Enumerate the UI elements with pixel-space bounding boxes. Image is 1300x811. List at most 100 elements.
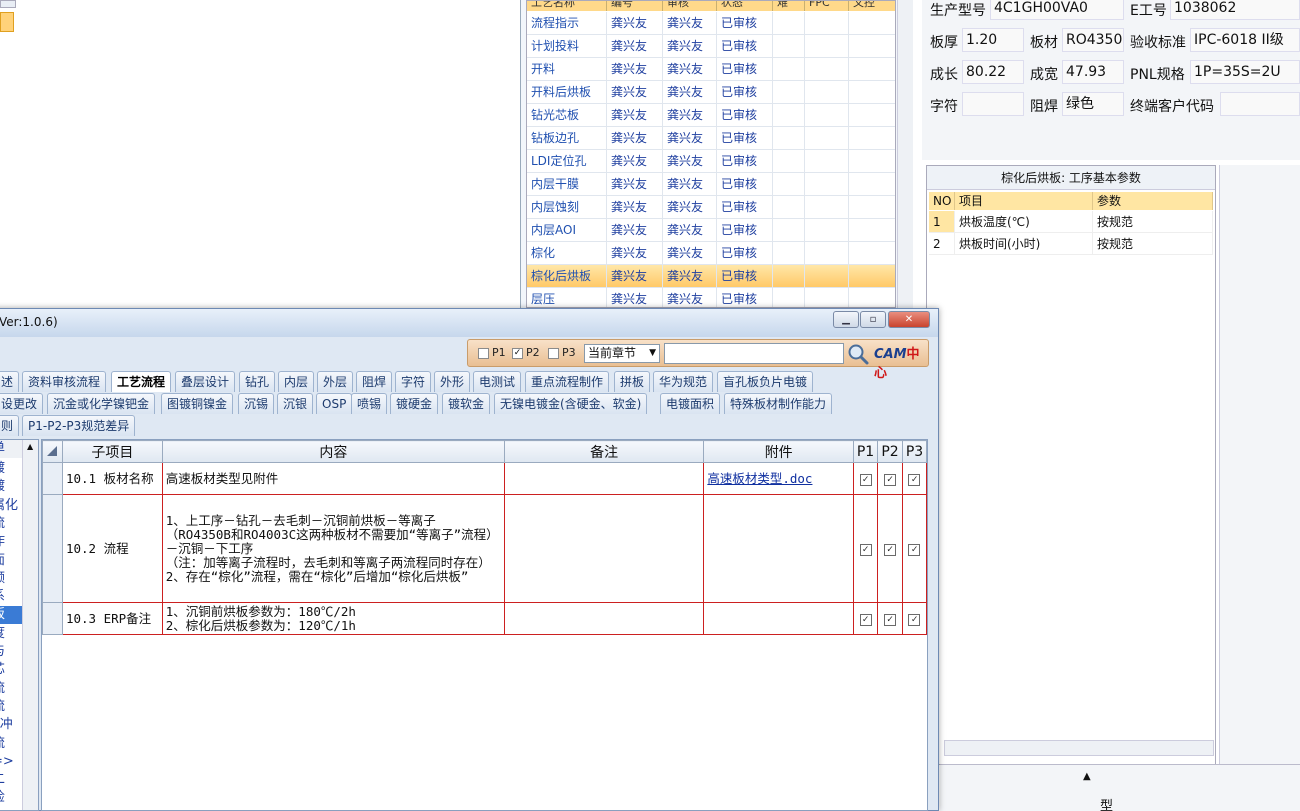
width-field[interactable]: 47.93 bbox=[1062, 60, 1124, 84]
grid-cell-p3[interactable]: ✓ bbox=[901, 602, 928, 635]
tab-item[interactable]: 盲孔板负片电镀 bbox=[717, 371, 814, 392]
tree-item[interactable]: 流 bbox=[0, 515, 22, 533]
grid-cell-sub[interactable]: 10.2 流程 bbox=[61, 494, 163, 603]
tab-item[interactable]: OSP bbox=[316, 393, 353, 414]
tree-item[interactable]: 面 bbox=[0, 552, 22, 570]
chapter-select[interactable]: 当前章节 ▼ bbox=[584, 344, 660, 363]
tab-item[interactable]: 则 bbox=[0, 415, 20, 436]
process-row[interactable]: 棕化后烘板 龚兴友 龚兴友 已审核 bbox=[527, 265, 895, 288]
grid-header-content[interactable]: 内容 bbox=[161, 440, 505, 463]
maximize-button[interactable]: ▫ bbox=[860, 311, 886, 328]
grid-cell-attach[interactable] bbox=[703, 602, 855, 635]
process-header-doc[interactable]: 文控 bbox=[849, 1, 895, 11]
process-header-fpc[interactable]: FPC bbox=[805, 1, 849, 11]
p2-checkbox[interactable]: ✓ bbox=[512, 348, 523, 359]
tab-item[interactable]: 叠层设计 bbox=[175, 371, 236, 392]
grid-row[interactable]: 10.3 ERP备注 1、沉铜前烘板参数为：180℃/2h 2、棕化后烘板参数为：… bbox=[42, 602, 928, 635]
grid-cell-sub[interactable]: 10.3 ERP备注 bbox=[61, 602, 163, 635]
row-selector[interactable] bbox=[42, 494, 63, 603]
process-row[interactable]: 钻板边孔 龚兴友 龚兴友 已审核 bbox=[527, 127, 895, 150]
tab-item[interactable]: 电测试 bbox=[473, 371, 522, 392]
process-row[interactable]: 层压 龚兴友 龚兴友 已审核 bbox=[527, 288, 895, 307]
tab-item[interactable]: 内层 bbox=[278, 371, 315, 392]
grid-cell-p2[interactable]: ✓ bbox=[877, 602, 903, 635]
grid-cell-content[interactable]: 1、沉铜前烘板参数为：180℃/2h 2、棕化后烘板参数为：120℃/1h bbox=[161, 602, 505, 635]
process-row[interactable]: 内层AOI 龚兴友 龚兴友 已审核 bbox=[527, 219, 895, 242]
tree-item[interactable]: 检 bbox=[0, 789, 22, 807]
search-input[interactable] bbox=[664, 343, 844, 364]
tab-item[interactable]: 重点流程制作 bbox=[525, 371, 610, 392]
grid-cell-p1[interactable]: ✓ bbox=[853, 494, 879, 603]
tree-header[interactable]: 单 bbox=[0, 440, 22, 458]
grid-cell-p1[interactable]: ✓ bbox=[853, 462, 879, 495]
attachment-link[interactable]: 高速板材类型.doc bbox=[707, 471, 812, 486]
tree-item[interactable]: 镀 bbox=[0, 478, 22, 496]
tab-item[interactable]: 电镀面积 bbox=[660, 393, 721, 414]
eno-field[interactable]: 1038062 bbox=[1170, 0, 1300, 20]
customer-field[interactable] bbox=[1220, 92, 1300, 116]
p2-row-checkbox[interactable]: ✓ bbox=[884, 614, 896, 626]
process-row[interactable]: 流程指示 龚兴友 龚兴友 已审核 bbox=[527, 12, 895, 35]
length-field[interactable]: 80.22 bbox=[962, 60, 1024, 84]
search-icon[interactable] bbox=[846, 342, 870, 366]
dialog-titlebar[interactable]: Ver:1.0.6) ▁ ▫ ✕ bbox=[0, 309, 938, 337]
process-row[interactable]: LDI定位孔 龚兴友 龚兴友 已审核 bbox=[527, 150, 895, 173]
p1-checkbox[interactable] bbox=[478, 348, 489, 359]
grid-cell-sub[interactable]: 10.1 板材名称 bbox=[61, 462, 163, 495]
pnl-field[interactable]: 1P=35S=2U bbox=[1190, 60, 1300, 84]
p3-row-checkbox[interactable]: ✓ bbox=[908, 474, 921, 486]
grid-cell-note[interactable] bbox=[503, 494, 705, 603]
process-grid-scrollbar[interactable] bbox=[897, 0, 913, 308]
tree-item[interactable]: 二 bbox=[0, 771, 22, 789]
tab-item[interactable]: 华为规范 bbox=[653, 371, 714, 392]
params-header-value[interactable]: 参数 bbox=[1093, 192, 1213, 210]
grid-cell-attach[interactable]: 高速板材类型.doc bbox=[703, 462, 855, 495]
tree-item[interactable]: 镀 bbox=[0, 460, 22, 478]
grid-cell-attach[interactable] bbox=[703, 494, 855, 603]
process-header-status[interactable]: 状态 bbox=[717, 1, 773, 11]
scroll-up-arrow-icon[interactable]: ▲ bbox=[27, 442, 33, 451]
tab-item[interactable]: 沉金或化学镍钯金 bbox=[47, 393, 156, 414]
char-field[interactable] bbox=[962, 92, 1024, 116]
tree-scrollbar[interactable]: ▲ bbox=[22, 440, 38, 810]
tab-item[interactable]: 外形 bbox=[434, 371, 471, 392]
scroll-up-arrow-icon[interactable]: ▲ bbox=[1083, 771, 1091, 782]
tab-item[interactable]: 沉银 bbox=[277, 393, 314, 414]
params-horizontal-scrollbar[interactable] bbox=[944, 740, 1214, 756]
tab-item[interactable]: 资料审核流程 bbox=[22, 371, 107, 392]
grid-header-p2[interactable]: P2 bbox=[877, 440, 903, 463]
tab-item[interactable]: 镀软金 bbox=[442, 393, 491, 414]
tab-item[interactable]: 无镍电镀金(含硬金、软金) bbox=[494, 393, 648, 414]
tree-item[interactable]: 板 bbox=[0, 606, 22, 625]
grid-row[interactable]: 10.1 板材名称 高速板材类型见附件 高速板材类型.doc ✓ ✓ ✓ bbox=[42, 462, 928, 495]
tree-item[interactable]: y冲 bbox=[0, 716, 22, 734]
process-row[interactable]: 内层干膜 龚兴友 龚兴友 已审核 bbox=[527, 173, 895, 196]
p1-row-checkbox[interactable]: ✓ bbox=[859, 474, 872, 486]
tab-item[interactable]: 字符 bbox=[395, 371, 432, 392]
tab-item[interactable]: 喷锡 bbox=[351, 393, 388, 414]
grid-header-sub[interactable]: 子项目 bbox=[61, 440, 163, 463]
tree-item[interactable]: 频 bbox=[0, 570, 22, 588]
tab-item[interactable]: 钻孔 bbox=[239, 371, 276, 392]
p3-checkbox[interactable] bbox=[548, 348, 559, 359]
mask-field[interactable]: 绿色 bbox=[1062, 92, 1124, 116]
tree-item[interactable]: <= bbox=[0, 753, 22, 771]
tree-item[interactable]: 属化 bbox=[0, 497, 22, 515]
tree-item[interactable]: 系 bbox=[0, 588, 22, 606]
grid-cell-content[interactable]: 高速板材类型见附件 bbox=[161, 462, 505, 495]
grid-header-p3[interactable]: P3 bbox=[901, 440, 928, 463]
grid-header-note[interactable]: 备注 bbox=[503, 440, 705, 463]
grid-cell-note[interactable] bbox=[503, 602, 705, 635]
tab-item[interactable]: 镀硬金 bbox=[390, 393, 439, 414]
row-selector[interactable] bbox=[42, 462, 63, 495]
tree-item[interactable]: 作 bbox=[0, 533, 22, 551]
thickness-field[interactable]: 1.20 bbox=[962, 28, 1024, 52]
standard-field[interactable]: IPC-6018 II级 bbox=[1190, 28, 1300, 52]
tree-item[interactable]: 度 bbox=[0, 625, 22, 643]
process-header-review[interactable]: 审核 bbox=[663, 1, 717, 11]
tab-item[interactable]: 工艺流程 bbox=[111, 371, 172, 392]
grid-header-attach[interactable]: 附件 bbox=[703, 440, 855, 463]
grid-cell-p3[interactable]: ✓ bbox=[901, 462, 928, 495]
params-header-item[interactable]: 项目 bbox=[955, 192, 1093, 210]
tab-item[interactable]: 述 bbox=[0, 371, 20, 392]
